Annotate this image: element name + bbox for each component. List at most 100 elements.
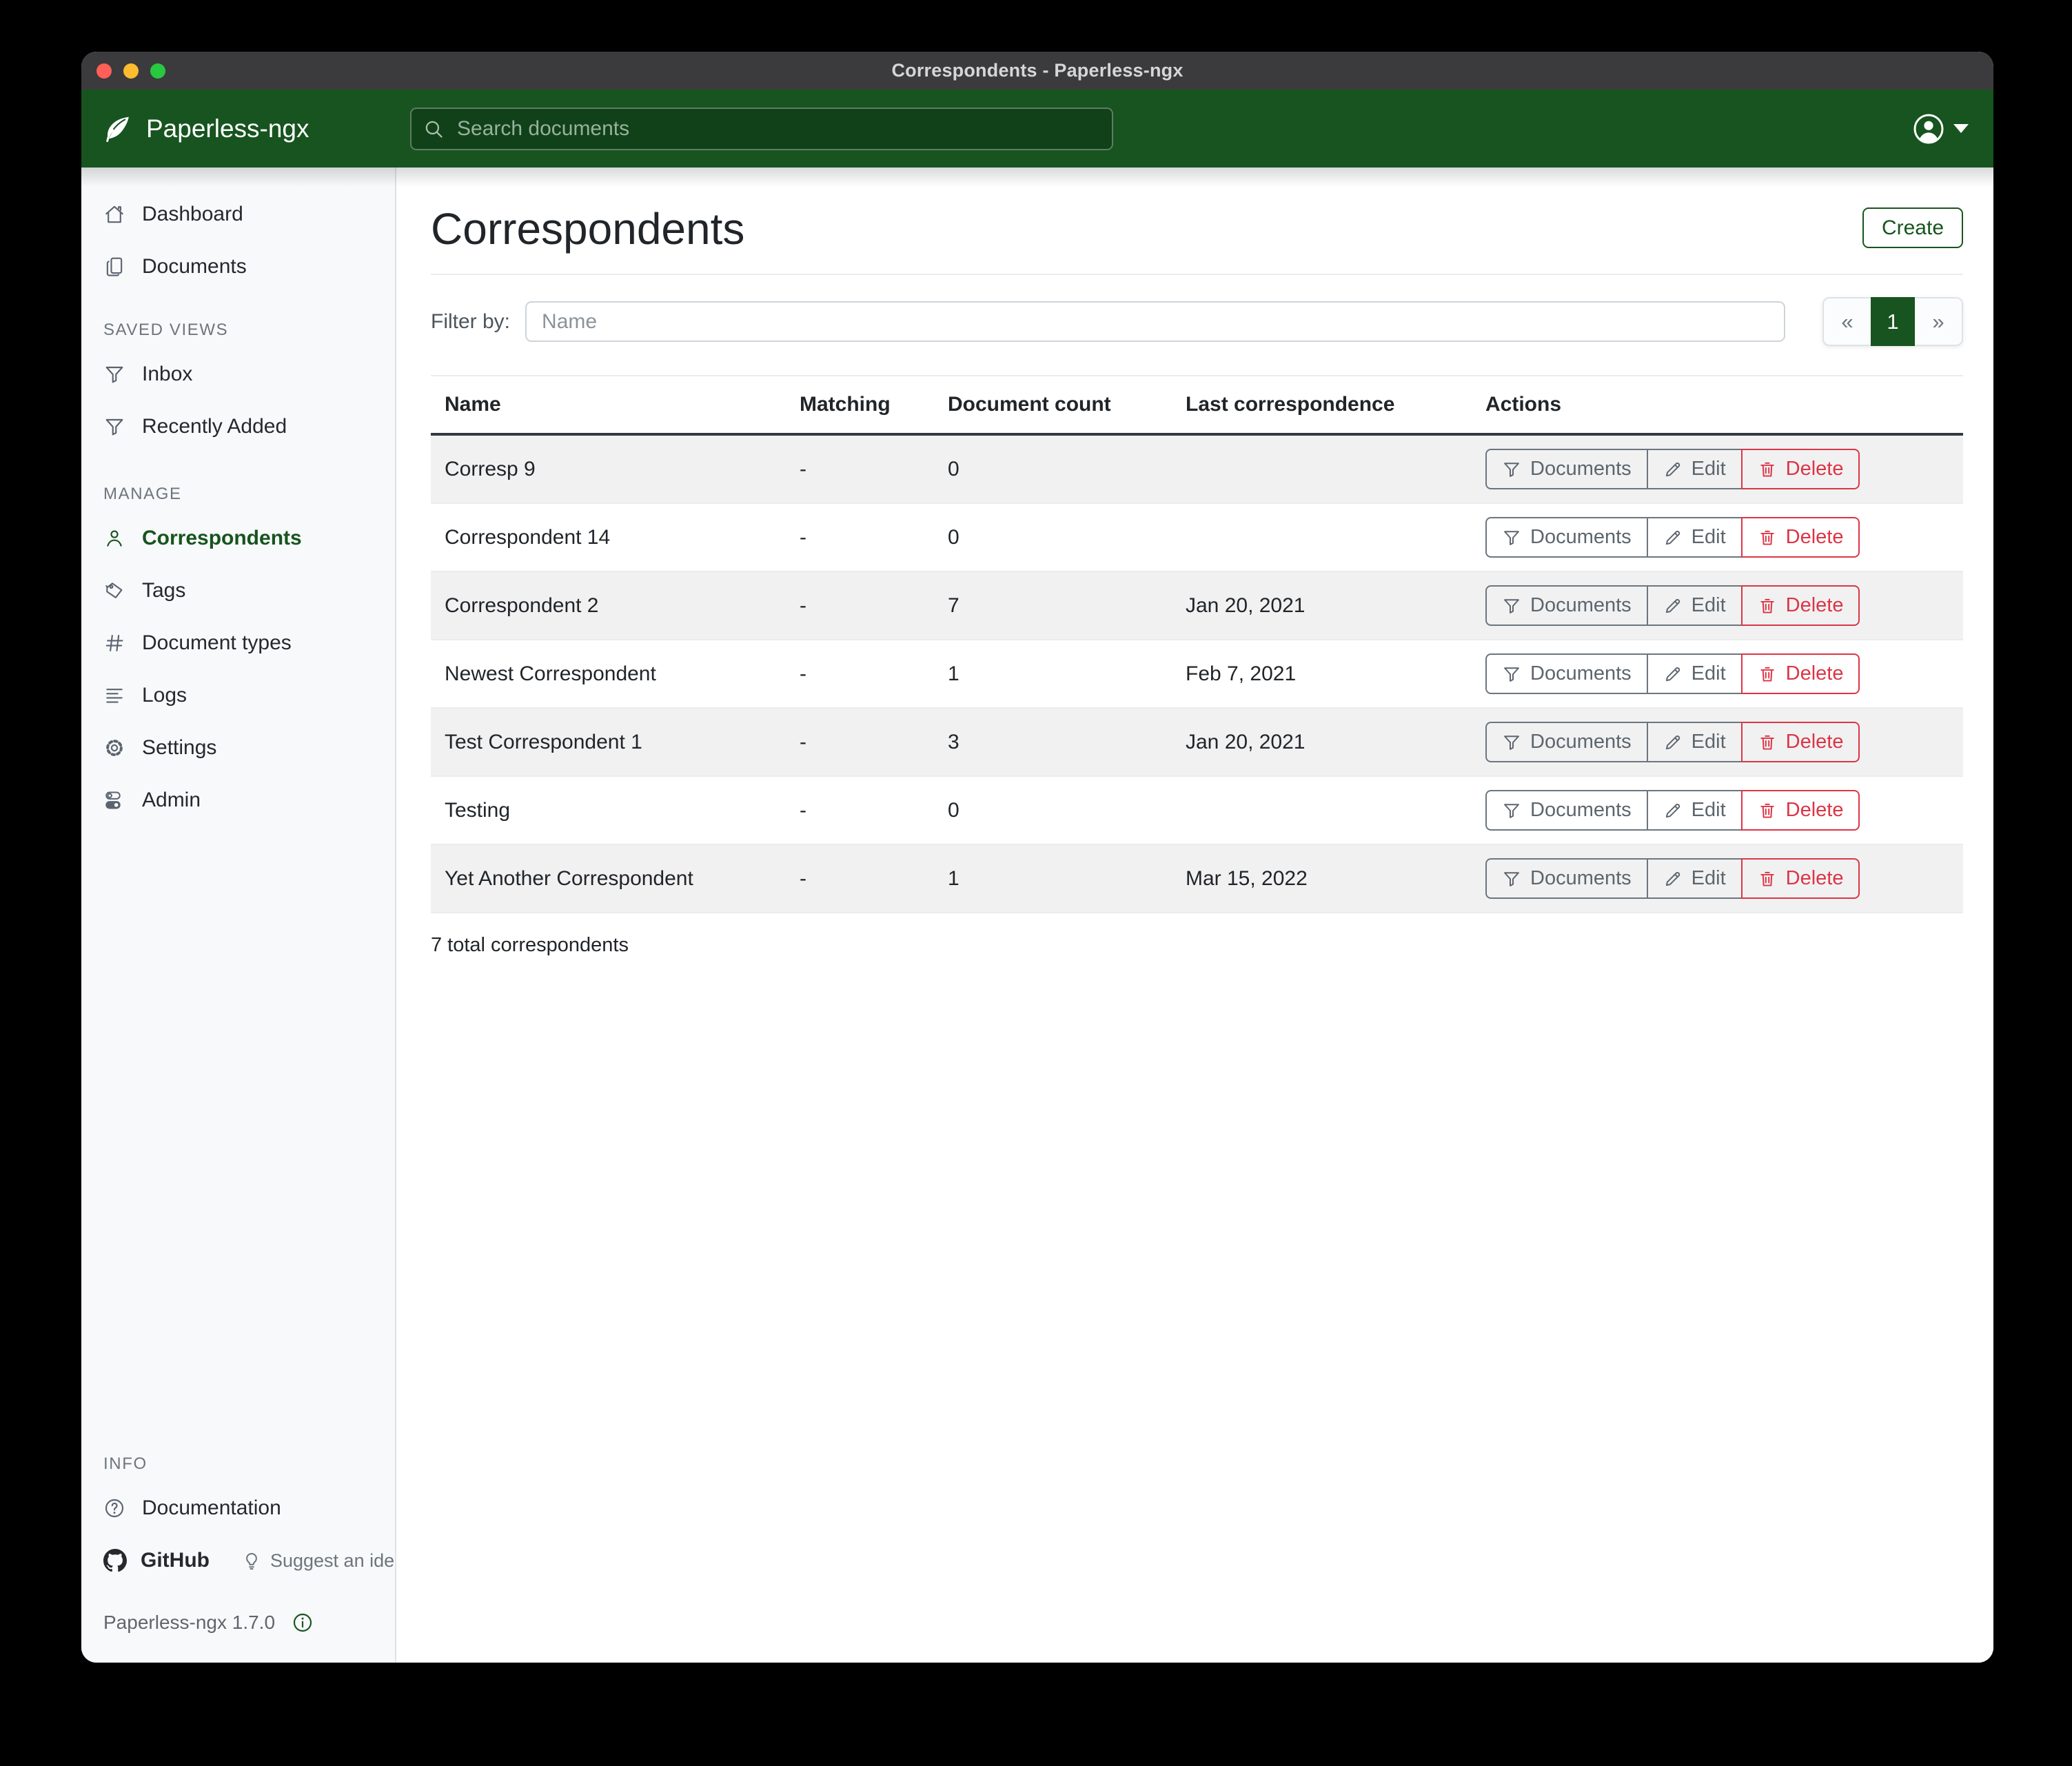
filter-icon [1502,664,1521,684]
filter-icon [1502,733,1521,752]
sidebar-item-logs[interactable]: Logs [81,669,395,722]
create-button[interactable]: Create [1862,207,1963,248]
sidebar-item-document-types[interactable]: Document types [81,617,395,669]
sidebar-item-documents[interactable]: Documents [81,241,395,293]
row-documents-button[interactable]: Documents [1485,653,1648,694]
person-icon [103,527,125,549]
hash-icon [103,632,125,654]
app-body: Dashboard Documents SAVED VIEWS [81,168,1993,1663]
github-label: GitHub [141,1549,210,1572]
suggest-idea-link[interactable]: Suggest an idea [241,1550,396,1572]
row-delete-button[interactable]: Delete [1741,449,1860,489]
row-documents-button[interactable]: Documents [1485,585,1648,626]
table-body: Corresp 9 - 0 Documents [431,434,1963,913]
row-delete-button[interactable]: Delete [1741,790,1860,831]
row-documents-button[interactable]: Documents [1485,449,1648,489]
row-actions-group: Documents Edit [1485,517,1860,558]
delete-button-label: Delete [1786,799,1844,822]
cell-name: Corresp 9 [431,434,786,503]
sidebar-section-heading: INFO [81,1423,395,1482]
documents-button-label: Documents [1530,526,1632,549]
sidebar-section-heading: MANAGE [81,453,395,512]
table-row: Testing - 0 Documents [431,776,1963,844]
cell-last-correspondence: Jan 20, 2021 [1172,571,1472,640]
pencil-icon [1663,664,1683,684]
row-delete-button[interactable]: Delete [1741,517,1860,558]
documents-icon [103,256,125,278]
search-bar [410,108,1113,150]
column-header-name[interactable]: Name [431,376,786,434]
cell-name: Yet Another Correspondent [431,844,786,913]
cell-actions: Documents Edit [1472,571,1963,640]
column-header-matching[interactable]: Matching [786,376,934,434]
trash-icon [1758,460,1777,479]
user-menu-button[interactable] [1912,112,1993,145]
filter-icon [1502,801,1521,820]
sidebar-item-tags[interactable]: Tags [81,565,395,617]
row-edit-button[interactable]: Edit [1647,858,1743,899]
row-delete-button[interactable]: Delete [1741,653,1860,694]
trash-icon [1758,801,1777,820]
version-row: Paperless-ngx 1.7.0 [81,1587,395,1663]
info-circle-icon[interactable] [292,1612,314,1634]
minimize-window-button[interactable] [123,63,139,79]
row-actions-group: Documents Edit [1485,653,1860,694]
row-delete-button[interactable]: Delete [1741,585,1860,626]
sidebar-item-documentation[interactable]: Documentation [81,1482,395,1534]
toggles-icon [103,789,125,811]
sidebar-item-recently-added[interactable]: Recently Added [81,400,395,453]
sidebar-item-dashboard[interactable]: Dashboard [81,188,395,241]
row-edit-button[interactable]: Edit [1647,449,1743,489]
row-documents-button[interactable]: Documents [1485,722,1648,762]
row-documents-button[interactable]: Documents [1485,517,1648,558]
delete-button-label: Delete [1786,731,1844,753]
pagination-page-1-button[interactable]: 1 [1871,297,1915,346]
row-actions-group: Documents Edit [1485,790,1860,831]
search-input[interactable] [410,108,1113,150]
row-actions-group: Documents Edit [1485,585,1860,626]
close-window-button[interactable] [97,63,112,79]
row-documents-button[interactable]: Documents [1485,858,1648,899]
cell-document-count: 1 [934,640,1172,708]
github-link[interactable]: GitHub [103,1549,210,1572]
pencil-icon [1663,596,1683,616]
cell-name: Test Correspondent 1 [431,708,786,776]
row-edit-button[interactable]: Edit [1647,585,1743,626]
tag-icon [103,580,125,602]
trash-icon [1758,596,1777,616]
column-header-last-correspondence[interactable]: Last correspondence [1172,376,1472,434]
sidebar-item-inbox[interactable]: Inbox [81,348,395,400]
filter-icon [103,416,125,438]
cell-actions: Documents Edit [1472,776,1963,844]
row-edit-button[interactable]: Edit [1647,790,1743,831]
row-delete-button[interactable]: Delete [1741,722,1860,762]
filter-name-input[interactable] [525,301,1785,342]
zoom-window-button[interactable] [150,63,165,79]
sidebar-item-correspondents[interactable]: Correspondents [81,512,395,565]
row-edit-button[interactable]: Edit [1647,653,1743,694]
cell-document-count: 0 [934,503,1172,571]
row-edit-button[interactable]: Edit [1647,722,1743,762]
pencil-icon [1663,733,1683,752]
brand[interactable]: Paperless-ngx [81,114,410,144]
pagination-prev-button[interactable]: « [1822,297,1872,346]
page-title: Correspondents [431,203,744,254]
app-window: Correspondents - Paperless-ngx Paperless… [81,52,1993,1663]
cell-matching: - [786,708,934,776]
column-header-document-count[interactable]: Document count [934,376,1172,434]
cell-matching: - [786,776,934,844]
edit-button-label: Edit [1692,594,1726,617]
sidebar-item-settings[interactable]: Settings [81,722,395,774]
sidebar-item-label: Tags [142,579,185,602]
delete-button-label: Delete [1786,594,1844,617]
edit-button-label: Edit [1692,867,1726,890]
page-header: Correspondents Create [431,203,1963,254]
pagination-next-button[interactable]: » [1913,297,1963,346]
sidebar-item-admin[interactable]: Admin [81,774,395,826]
sidebar-links-row: GitHub Suggest an idea [81,1534,395,1587]
row-delete-button[interactable]: Delete [1741,858,1860,899]
row-documents-button[interactable]: Documents [1485,790,1648,831]
row-edit-button[interactable]: Edit [1647,517,1743,558]
titlebar: Correspondents - Paperless-ngx [81,52,1993,90]
trash-icon [1758,664,1777,684]
